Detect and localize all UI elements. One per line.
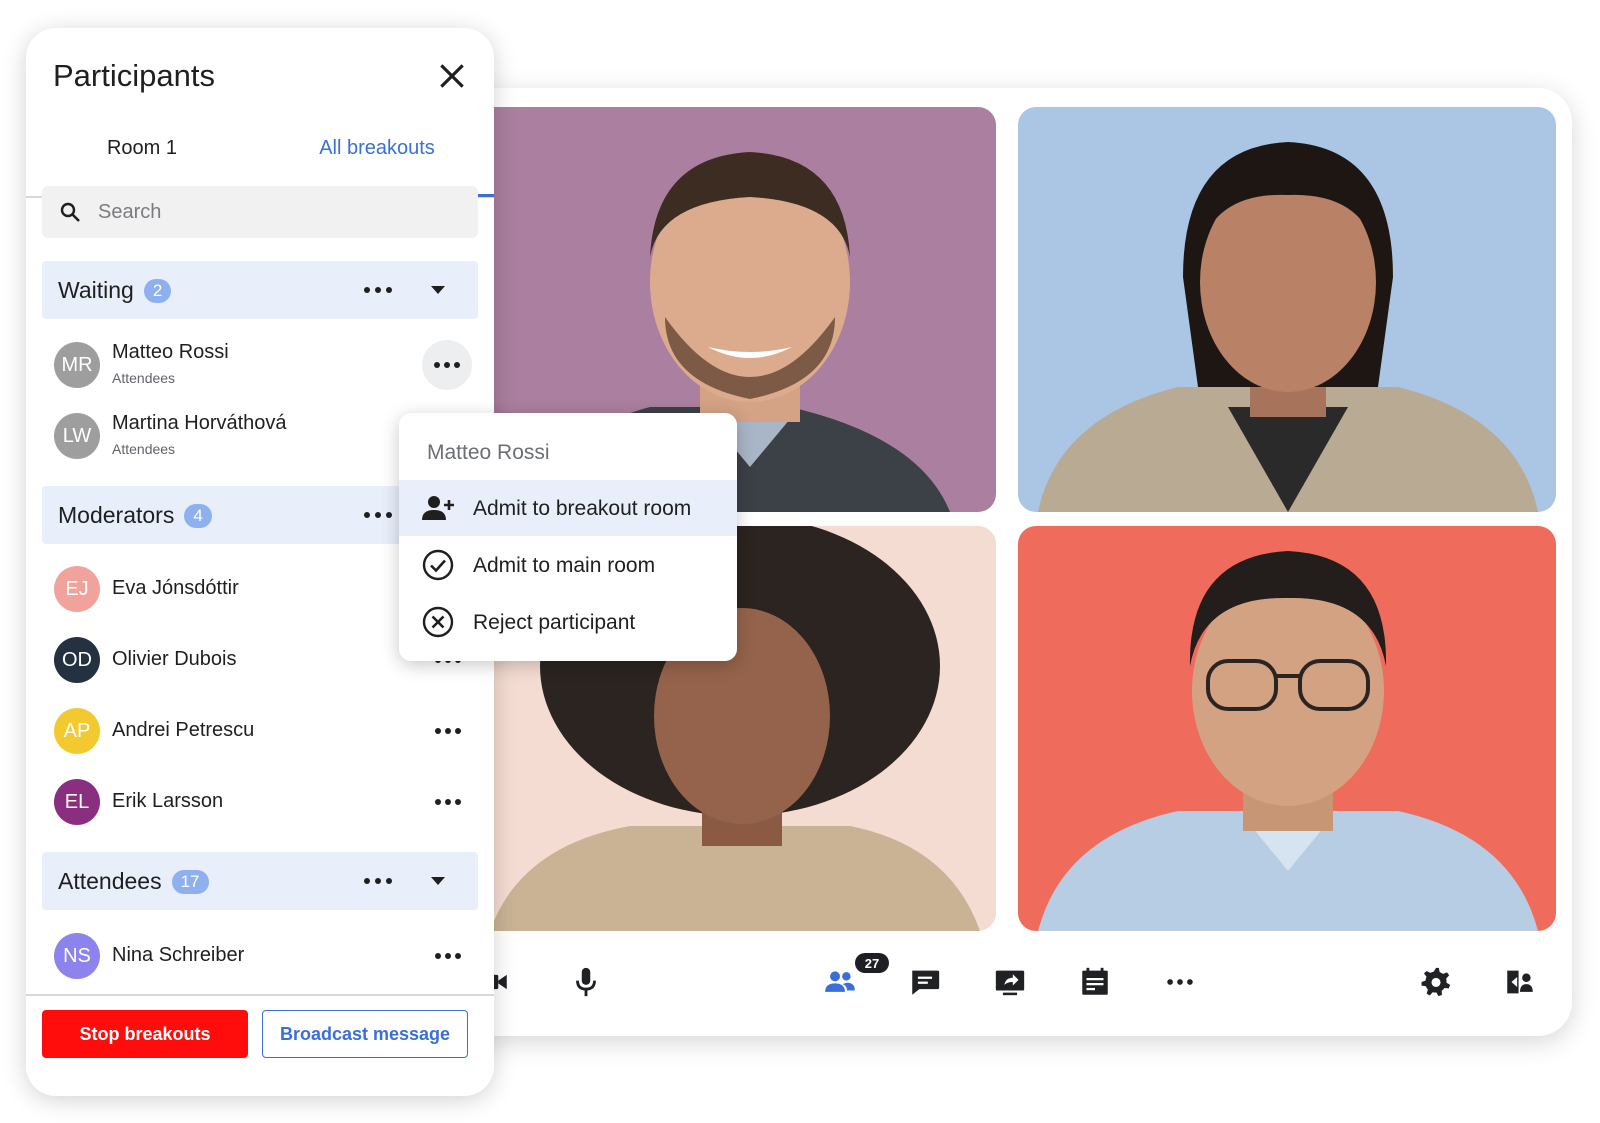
- participant-name: Olivier Dubois: [112, 648, 237, 670]
- video-tile-2[interactable]: [1018, 107, 1556, 512]
- check-circle-icon: [422, 549, 454, 581]
- menu-item-admit-main[interactable]: Admit to main room: [399, 537, 737, 593]
- attendees-count-badge: 17: [171, 870, 209, 894]
- menu-item-label: Admit to breakout room: [473, 497, 692, 520]
- screen-share-icon: [995, 970, 1025, 996]
- participant-name: Andrei Petrescu: [112, 719, 255, 741]
- list-item-moderator-4[interactable]: EL Erik Larsson: [42, 770, 478, 834]
- section-waiting-title: Waiting 2: [58, 277, 172, 304]
- video-tile-4[interactable]: [1018, 526, 1556, 931]
- participant-name: Matteo Rossi: [112, 341, 229, 363]
- settings-button[interactable]: [1416, 962, 1456, 1002]
- panel-footer: Stop breakouts Broadcast message: [26, 994, 494, 1096]
- avatar: AP: [54, 708, 100, 754]
- section-attendees[interactable]: Attendees 17: [42, 852, 478, 910]
- moderators-more-icon[interactable]: [360, 505, 396, 525]
- section-attendees-title: Attendees 17: [58, 868, 209, 895]
- broadcast-message-button[interactable]: Broadcast message: [262, 1010, 468, 1058]
- participant-video-2: [1018, 107, 1556, 512]
- waiting-more-icon[interactable]: [360, 280, 396, 300]
- participants-button[interactable]: [820, 962, 860, 1002]
- participants-icon: [825, 971, 855, 992]
- participant-more-button[interactable]: [422, 340, 472, 390]
- layout-icon: [1507, 970, 1533, 994]
- microphone-button[interactable]: [566, 962, 606, 1002]
- list-item-moderator-3[interactable]: AP Andrei Petrescu: [42, 699, 478, 763]
- menu-title: Matteo Rossi: [427, 441, 550, 464]
- person-add-icon: [422, 496, 454, 520]
- more-icon[interactable]: [432, 721, 464, 741]
- avatar: OD: [54, 637, 100, 683]
- moderators-count-badge: 4: [184, 504, 212, 528]
- section-moderators-label: Moderators: [58, 502, 175, 528]
- tab-room-1[interactable]: Room 1: [26, 118, 258, 196]
- menu-item-reject[interactable]: Reject participant: [399, 594, 737, 650]
- attendees-more-icon[interactable]: [360, 871, 396, 891]
- layout-button[interactable]: [1500, 962, 1540, 1002]
- search-input[interactable]: [96, 199, 460, 225]
- participant-name: Erik Larsson: [112, 790, 224, 812]
- close-icon[interactable]: [436, 60, 468, 92]
- panel-title: Participants: [53, 58, 215, 93]
- avatar: MR: [54, 342, 100, 388]
- participant-name: Eva Jónsdóttir: [112, 577, 239, 599]
- section-attendees-label: Attendees: [58, 868, 162, 894]
- participant-video-4: [1018, 526, 1556, 931]
- chevron-down-icon[interactable]: [428, 874, 448, 888]
- stop-breakouts-button[interactable]: Stop breakouts: [42, 1010, 248, 1058]
- participant-context-menu: Matteo Rossi Admit to breakout room Admi…: [399, 413, 737, 661]
- search-box: [42, 186, 478, 238]
- avatar: EL: [54, 779, 100, 825]
- more-icon: [434, 362, 460, 368]
- more-options-button[interactable]: [1160, 962, 1200, 1002]
- agenda-button[interactable]: [1075, 962, 1115, 1002]
- screen-share-button[interactable]: [990, 962, 1030, 1002]
- chevron-down-icon[interactable]: [428, 283, 448, 297]
- avatar: NS: [54, 933, 100, 979]
- participant-name: Nina Schreiber: [112, 944, 245, 966]
- section-waiting[interactable]: Waiting 2: [42, 261, 478, 319]
- list-item-attendee-1[interactable]: NS Nina Schreiber: [42, 924, 478, 988]
- settings-icon: [1421, 967, 1451, 997]
- agenda-icon: [1082, 967, 1108, 995]
- section-waiting-label: Waiting: [58, 277, 134, 303]
- menu-item-admit-breakout[interactable]: Admit to breakout room: [399, 480, 737, 536]
- section-moderators-title: Moderators 4: [58, 502, 212, 529]
- x-circle-icon: [422, 606, 454, 638]
- list-item-waiting-1[interactable]: MR Matteo Rossi Attendees: [42, 333, 478, 397]
- participant-role: Attendees: [112, 370, 176, 386]
- microphone-icon: [576, 967, 596, 997]
- search-icon: [60, 202, 80, 222]
- chat-icon: [912, 970, 940, 995]
- menu-item-label: Reject participant: [473, 611, 636, 634]
- chat-button[interactable]: [905, 962, 945, 1002]
- more-icon[interactable]: [432, 946, 464, 966]
- more-icon: [1167, 979, 1193, 985]
- participants-count-badge: 27: [855, 953, 889, 973]
- avatar: LW: [54, 413, 100, 459]
- menu-item-label: Admit to main room: [473, 554, 656, 577]
- avatar: EJ: [54, 566, 100, 612]
- waiting-count-badge: 2: [143, 279, 172, 303]
- more-icon[interactable]: [432, 792, 464, 812]
- participant-name: Martina Horváthová: [112, 412, 287, 434]
- participant-role: Attendees: [112, 441, 176, 457]
